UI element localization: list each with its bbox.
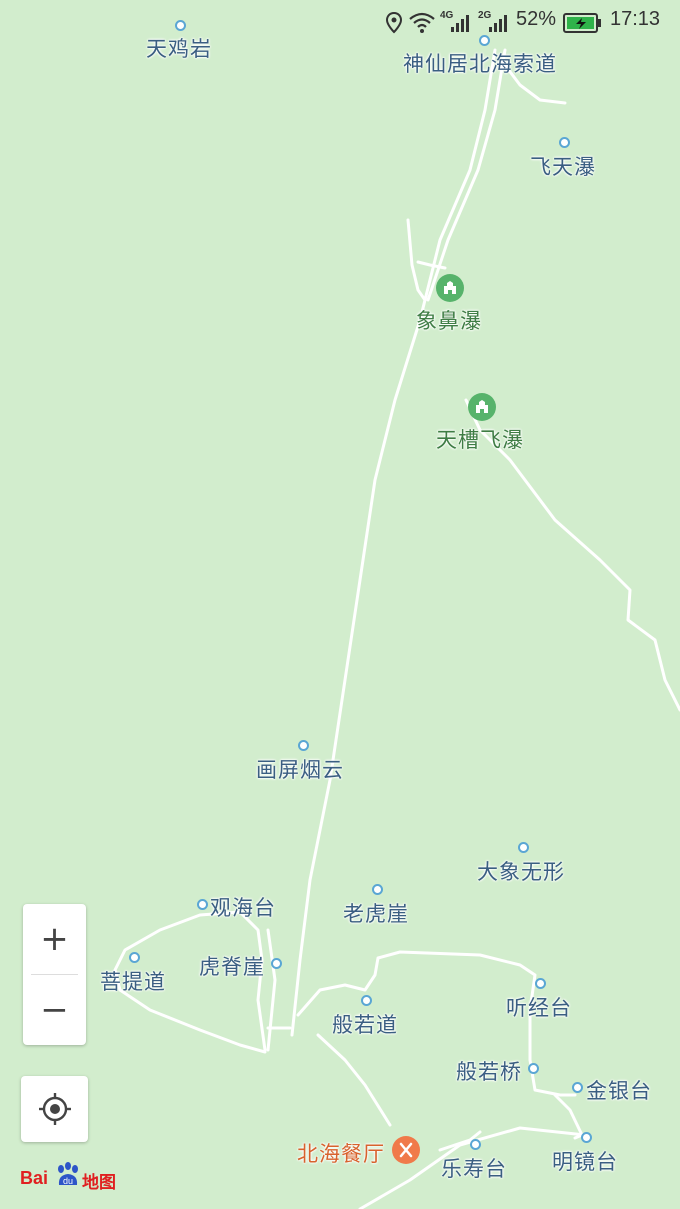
road-canteen bbox=[316, 1033, 392, 1127]
scenic-spot-icon bbox=[468, 393, 496, 421]
poi-label: 般若道 bbox=[332, 1013, 398, 1037]
baidu-map-logo: Bai du 地图 bbox=[20, 1156, 120, 1193]
poi-dot-icon bbox=[559, 137, 570, 148]
poi-dot-icon bbox=[271, 958, 282, 969]
poi-dot-icon bbox=[361, 995, 372, 1006]
zoom-in-button[interactable]: + bbox=[23, 904, 86, 974]
logo-du-text: du bbox=[63, 1176, 73, 1186]
poi-label: 般若桥 bbox=[456, 1060, 522, 1084]
poi-label: 北海餐厅 bbox=[297, 1142, 385, 1166]
battery-icon bbox=[563, 13, 601, 33]
poi-dot-icon bbox=[535, 978, 546, 989]
poi-dot-icon bbox=[518, 842, 529, 853]
clock: 17:13 bbox=[610, 8, 661, 30]
poi-dot-icon bbox=[129, 952, 140, 963]
locate-icon bbox=[39, 1093, 71, 1125]
poi-label: 老虎崖 bbox=[343, 902, 409, 926]
logo-bai-text: Bai bbox=[20, 1168, 49, 1188]
paw-logo-icon: du bbox=[58, 1162, 78, 1186]
signal-icon bbox=[489, 15, 507, 32]
poi-label: 虎脊崖 bbox=[199, 955, 265, 979]
zoom-controls: + − bbox=[23, 904, 86, 1045]
poi-label: 天槽飞瀑 bbox=[436, 428, 524, 452]
poi-dot-icon bbox=[197, 899, 208, 910]
zoom-out-button[interactable]: − bbox=[23, 975, 86, 1045]
poi-dot-icon bbox=[528, 1063, 539, 1074]
poi-label: 菩提道 bbox=[100, 970, 166, 994]
signal-icon bbox=[451, 15, 469, 32]
poi-dot-icon bbox=[298, 740, 309, 751]
scenic-spot-icon bbox=[436, 274, 464, 302]
poi-label: 神仙居北海索道 bbox=[403, 52, 557, 76]
road-hujiya bbox=[266, 928, 277, 1052]
wifi-icon bbox=[409, 12, 435, 33]
logo-map-text: 地图 bbox=[82, 1173, 116, 1193]
poi-label: 象鼻瀑 bbox=[416, 309, 482, 333]
poi-label: 乐寿台 bbox=[441, 1157, 507, 1181]
poi-dot-icon bbox=[372, 884, 383, 895]
road-fork bbox=[406, 218, 427, 302]
battery-percent: 52% bbox=[516, 8, 557, 30]
poi-label: 明镜台 bbox=[552, 1150, 618, 1174]
status-bar: 4G 2G 52% 17:13 bbox=[0, 0, 680, 46]
poi-dot-icon bbox=[581, 1132, 592, 1143]
poi-label: 听经台 bbox=[506, 996, 572, 1020]
poi-dot-icon bbox=[572, 1082, 583, 1093]
location-icon bbox=[385, 12, 403, 34]
poi-label: 大象无形 bbox=[477, 860, 565, 884]
poi-label: 飞天瀑 bbox=[530, 155, 596, 179]
poi-label: 金银台 bbox=[586, 1079, 652, 1103]
map-canvas[interactable]: 天鸡岩 神仙居北海索道 飞天瀑 象鼻瀑 天槽飞瀑 画屏烟云 大象无形 观海台 老… bbox=[0, 0, 680, 1209]
locate-button[interactable] bbox=[21, 1076, 88, 1142]
restaurant-icon bbox=[392, 1136, 420, 1164]
poi-label: 观海台 bbox=[210, 896, 276, 920]
poi-label: 画屏烟云 bbox=[256, 758, 344, 782]
poi-dot-icon bbox=[470, 1139, 481, 1150]
